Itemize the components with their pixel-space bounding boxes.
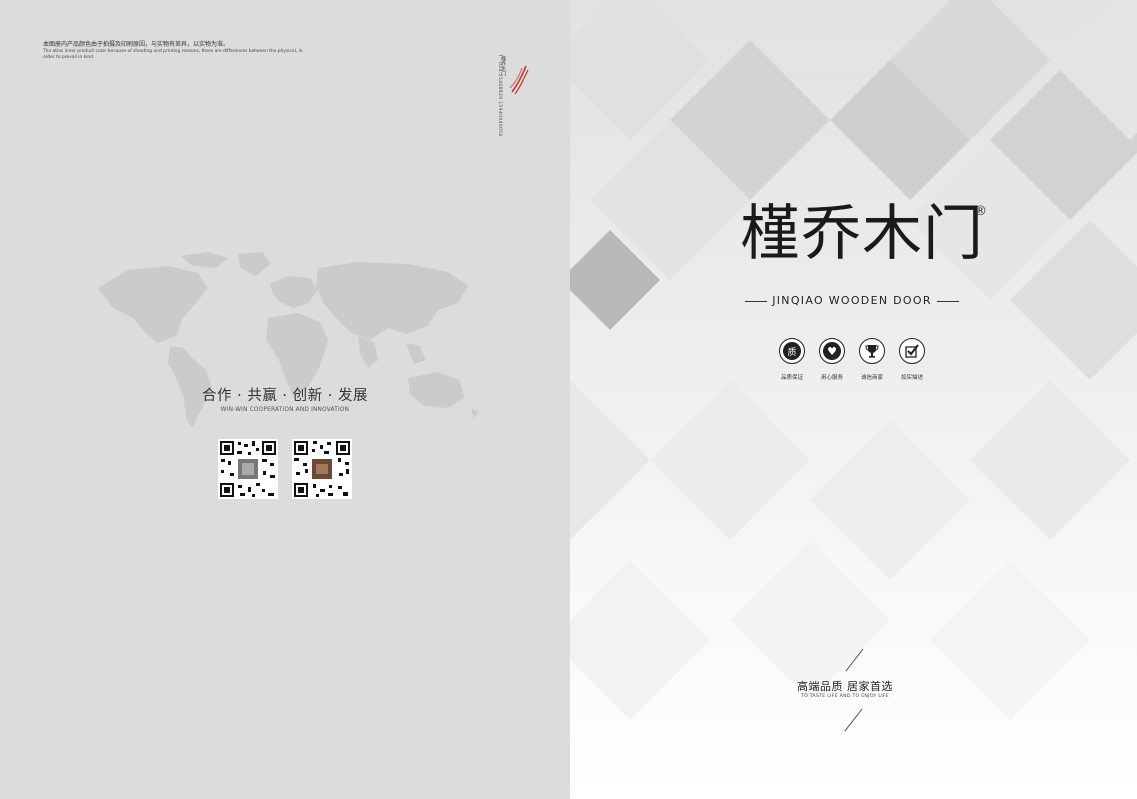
heart-icon: ♥ — [823, 342, 841, 360]
registered-mark: ® — [974, 204, 987, 219]
feature-quality: 质 品质保证 — [772, 338, 812, 381]
brand-name-cn: 槿乔木门 — [740, 199, 984, 269]
tagline-cn: 高端品质 居家首选 — [797, 680, 893, 693]
feature-integrity: 诚信商家 — [852, 338, 892, 381]
feature-label: 用心服务 — [820, 375, 843, 381]
disclaimer-cn: 本图册内产品颜色由于拍摄及印刷原因，与实物有差异，以实物为准。 — [43, 41, 230, 48]
feature-label: 品质保证 — [780, 375, 803, 381]
back-cover-page: 本图册内产品颜色由于拍摄及印刷原因，与实物有差异，以实物为准。 The atla… — [0, 0, 570, 799]
brand-line-right — [937, 301, 959, 302]
feature-service: ♥ 用心服务 — [812, 338, 852, 381]
feature-label: 如实描述 — [900, 375, 923, 381]
slogan-cn: 合作 · 共赢 · 创新 · 发展 — [202, 388, 368, 404]
feature-accurate: 如实描述 — [892, 338, 932, 381]
feature-label: 诚信商家 — [860, 375, 883, 381]
mini-logo-text: 槿乔木门 — [500, 56, 506, 76]
front-cover-page: 槿乔木门 ® JINQIAO WOODEN DOOR 质 品质保证 ♥ 用心服务 — [570, 0, 1137, 799]
slogan-en: WIN-WIN COOPERATION AND INNOVATION — [220, 407, 350, 413]
qr-code-2[interactable] — [292, 439, 352, 499]
disclaimer: 本图册内产品颜色由于拍摄及印刷原因，与实物有差异，以实物为准。 The atla… — [43, 41, 343, 60]
qr-code-1[interactable] — [218, 439, 278, 499]
qr-code-icon — [292, 439, 352, 499]
brand-name-en: JINQIAO WOODEN DOOR — [772, 294, 932, 307]
brand-name-en-row: JINQIAO WOODEN DOOR — [742, 294, 962, 308]
tagline-en: TO TASTE LIFE AND TO ENJOY LIFE — [800, 694, 890, 699]
qr-code-icon — [218, 439, 278, 499]
trophy-icon — [865, 345, 879, 358]
quality-seal-icon: 质 — [783, 342, 801, 360]
checkmark-icon — [905, 344, 919, 358]
mini-logo-icon — [509, 65, 529, 95]
disclaimer-en: The atlas inner product color because of… — [43, 49, 303, 60]
brand-line-left — [745, 301, 767, 302]
